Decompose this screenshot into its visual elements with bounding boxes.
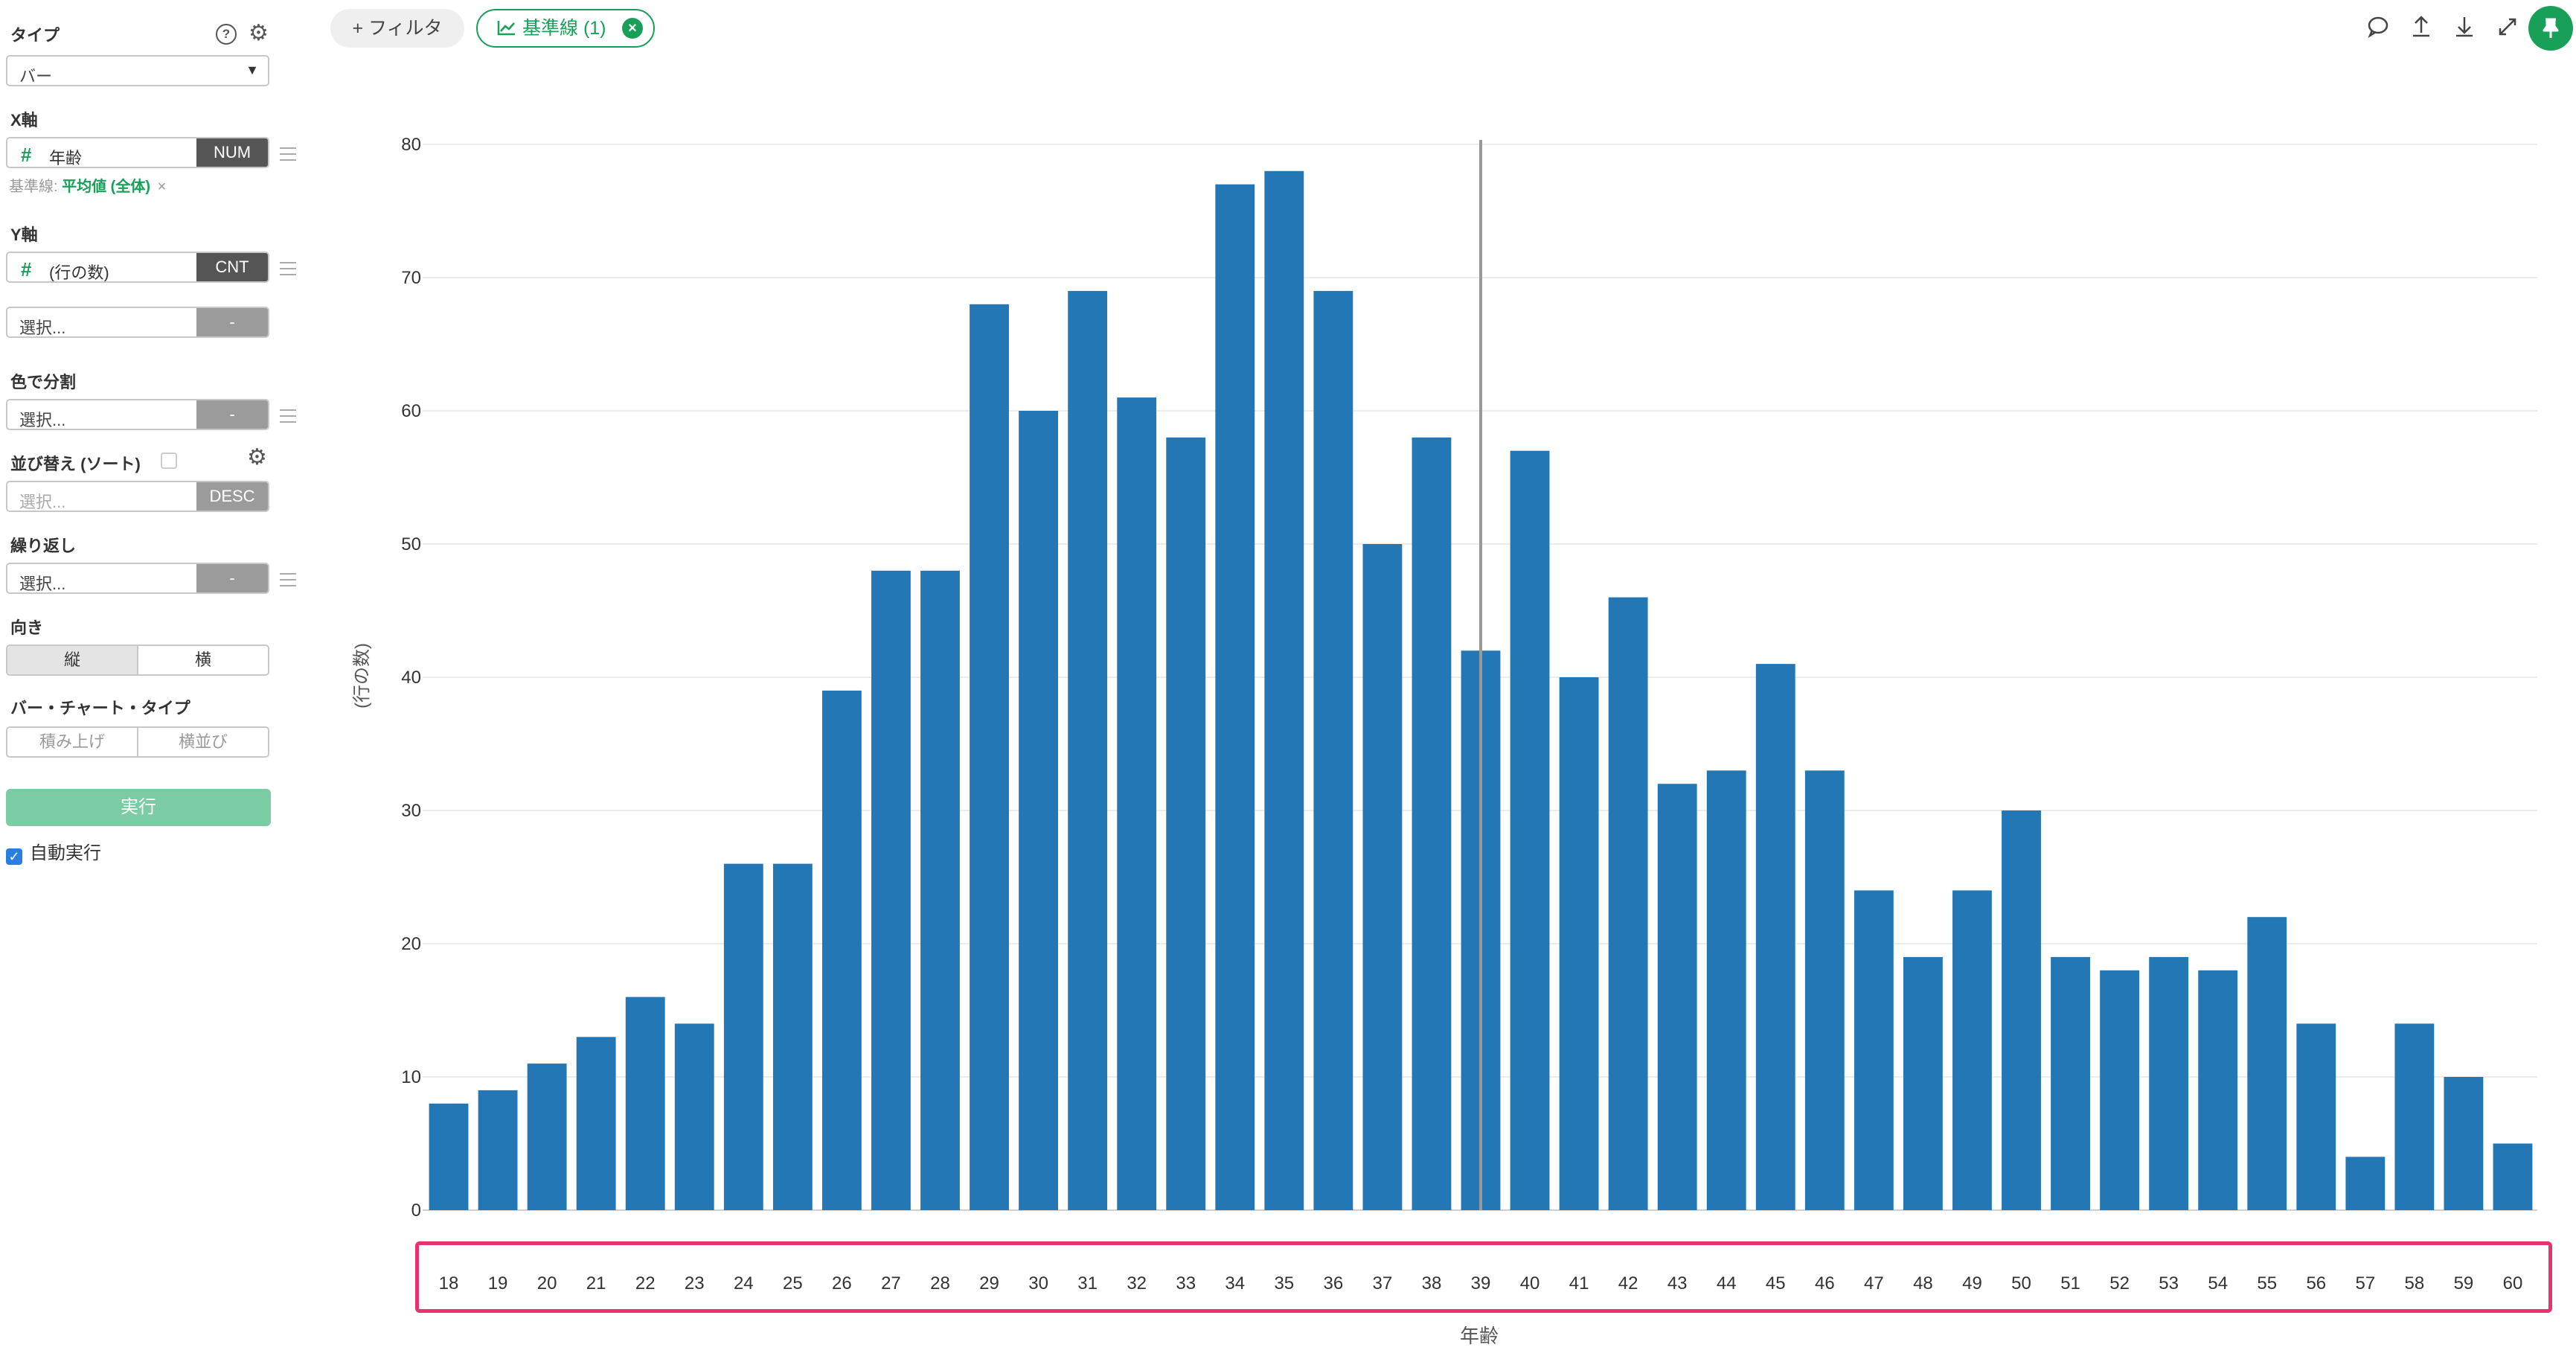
bar-chart: 01020304050607080 18 19 20 21 22 23 24 25 26 27 28… bbox=[352, 135, 2537, 1347]
bar-26[interactable] bbox=[821, 690, 862, 1210]
bar-38[interactable] bbox=[1412, 437, 1452, 1210]
bar-59[interactable] bbox=[2444, 1077, 2484, 1210]
bar-53[interactable] bbox=[2149, 956, 2189, 1210]
bar-47[interactable] bbox=[1853, 890, 1894, 1210]
x-axis-highlight-box bbox=[415, 1241, 2552, 1313]
bar-20[interactable] bbox=[527, 1064, 567, 1210]
bar-25[interactable] bbox=[772, 863, 813, 1210]
y-axis-ticks: 0 10 20 30 40 50 60 70 80 bbox=[401, 135, 421, 1221]
bar-42[interactable] bbox=[1608, 597, 1648, 1210]
bar-24[interactable] bbox=[723, 863, 763, 1210]
bar-50[interactable] bbox=[2002, 810, 2041, 1210]
bar-60[interactable] bbox=[2493, 1143, 2533, 1211]
bar-37[interactable] bbox=[1362, 544, 1403, 1210]
bar-55[interactable] bbox=[2247, 917, 2287, 1210]
bar-23[interactable] bbox=[674, 1023, 714, 1210]
y-tick-label: 20 bbox=[401, 934, 421, 954]
bar-35[interactable] bbox=[1264, 170, 1304, 1210]
y-tick-label: 30 bbox=[401, 801, 421, 821]
bar-51[interactable] bbox=[2051, 956, 2090, 1210]
bar-48[interactable] bbox=[1903, 956, 1943, 1210]
y-tick-label: 80 bbox=[401, 135, 421, 155]
bar-30[interactable] bbox=[1019, 411, 1058, 1210]
y-tick-label: 50 bbox=[401, 534, 421, 554]
bar-54[interactable] bbox=[2198, 970, 2238, 1210]
bar-28[interactable] bbox=[920, 570, 960, 1210]
y-axis-label: (行の数) bbox=[352, 643, 372, 709]
bar-40[interactable] bbox=[1510, 450, 1550, 1210]
bar-34[interactable] bbox=[1215, 184, 1255, 1211]
y-tick-label: 60 bbox=[401, 401, 421, 421]
bar-41[interactable] bbox=[1559, 677, 1599, 1210]
bar-18[interactable] bbox=[429, 1103, 469, 1210]
y-tick-label: 10 bbox=[401, 1067, 421, 1087]
bar-52[interactable] bbox=[2100, 970, 2140, 1210]
bar-44[interactable] bbox=[1706, 770, 1746, 1210]
bar-36[interactable] bbox=[1313, 290, 1353, 1210]
y-tick-label: 0 bbox=[411, 1200, 421, 1221]
bar-58[interactable] bbox=[2394, 1023, 2435, 1210]
bar-33[interactable] bbox=[1166, 437, 1206, 1210]
bar-21[interactable] bbox=[576, 1037, 616, 1210]
bar-46[interactable] bbox=[1804, 770, 1845, 1210]
bar-45[interactable] bbox=[1755, 664, 1795, 1210]
bar-43[interactable] bbox=[1657, 784, 1697, 1210]
y-tick-label: 70 bbox=[401, 268, 421, 288]
bar-27[interactable] bbox=[871, 570, 911, 1210]
bar-29[interactable] bbox=[970, 304, 1009, 1210]
bar-19[interactable] bbox=[478, 1090, 518, 1210]
bar-56[interactable] bbox=[2296, 1023, 2336, 1210]
bar-22[interactable] bbox=[625, 997, 665, 1210]
x-axis-label: 年齢 bbox=[1460, 1325, 1499, 1347]
bar-31[interactable] bbox=[1068, 290, 1108, 1210]
bar-57[interactable] bbox=[2345, 1157, 2386, 1210]
y-tick-label: 40 bbox=[401, 668, 421, 688]
bar-49[interactable] bbox=[1952, 890, 1992, 1210]
bar-32[interactable] bbox=[1117, 397, 1157, 1210]
